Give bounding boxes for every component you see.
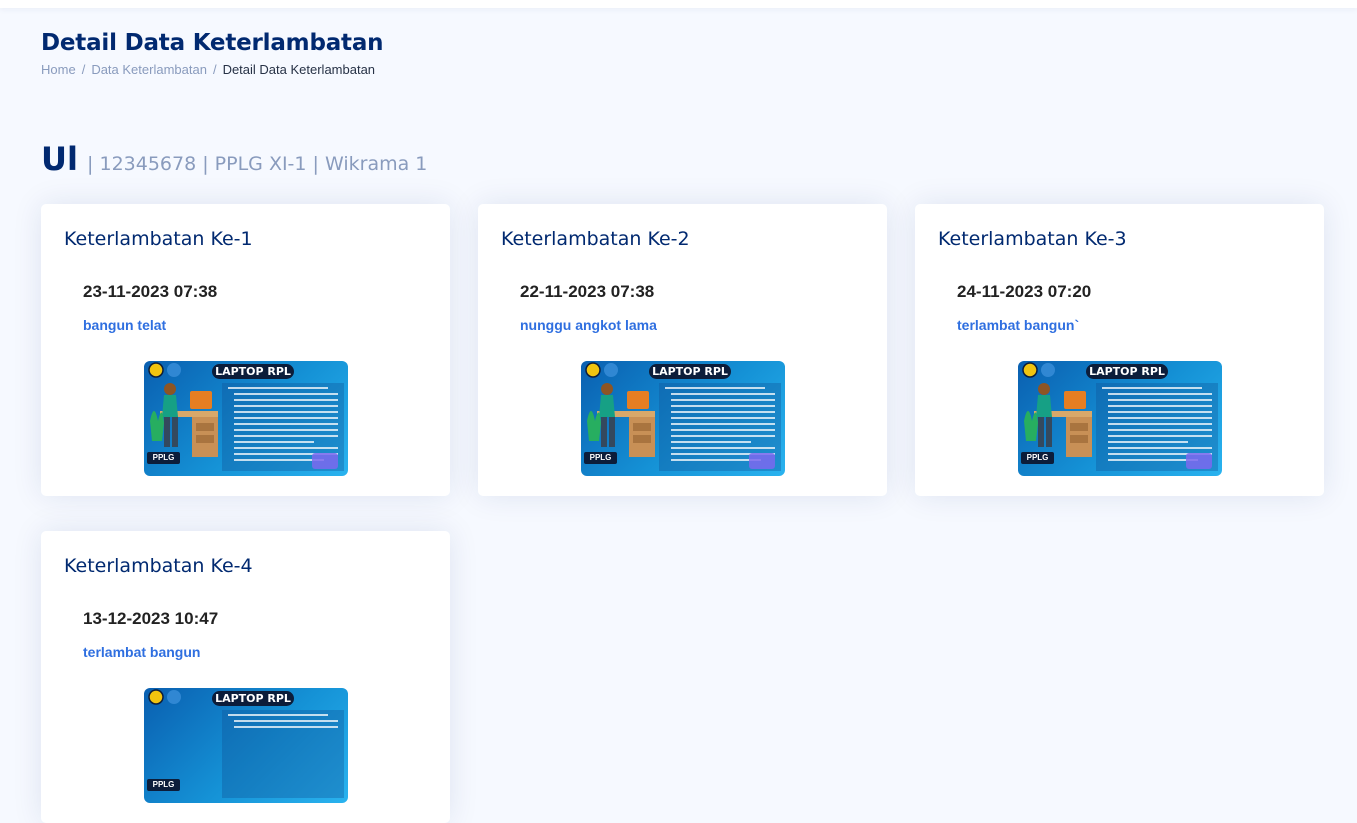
card-datetime: 23-11-2023 07:38 [83, 282, 218, 301]
card-title: Keterlambatan Ke-3 [938, 228, 1127, 250]
card-proof-image: LAPTOP RPL PPLG [581, 361, 785, 476]
breadcrumb-data-keterlambatan-link[interactable]: Data Keterlambatan [91, 62, 207, 77]
top-header-bar [0, 0, 1357, 8]
card-datetime: 24-11-2023 07:20 [957, 282, 1092, 301]
breadcrumb-current: Detail Data Keterlambatan [222, 62, 376, 77]
card-reason: nunggu angkot lama [520, 317, 657, 333]
card-reason: terlambat bangun [83, 644, 201, 660]
breadcrumb-separator: / [81, 62, 86, 77]
breadcrumb-separator: / [212, 62, 217, 77]
breadcrumb: Home / Data Keterlambatan / Detail Data Kete… [41, 62, 383, 77]
late-record-card: Keterlambatan Ke-2 22-11-2023 07:38 nung… [478, 204, 887, 496]
card-title: Keterlambatan Ke-1 [64, 228, 253, 250]
card-title: Keterlambatan Ke-2 [501, 228, 690, 250]
card-proof-image: LAPTOP RPL PPLG [1018, 361, 1222, 476]
image-title: LAPTOP RPL [212, 364, 294, 379]
student-details: | 12345678 | PPLG XI-1 | Wikrama 1 [87, 153, 428, 175]
student-name: Ul [41, 140, 78, 178]
page-title: Detail Data Keterlambatan [41, 30, 384, 56]
image-title: LAPTOP RPL [649, 364, 731, 379]
page-title-section: Detail Data Keterlambatan Home / Data Kete… [41, 30, 384, 77]
image-tag: PPLG [1021, 452, 1054, 464]
card-proof-image: LAPTOP RPL PPLG [144, 361, 348, 476]
card-reason: terlambat bangun` [957, 317, 1080, 333]
card-datetime: 22-11-2023 07:38 [520, 282, 655, 301]
image-title: LAPTOP RPL [1086, 364, 1168, 379]
image-tag: PPLG [147, 779, 180, 791]
late-record-card: Keterlambatan Ke-4 13-12-2023 10:47 terl… [41, 531, 450, 823]
student-heading: Ul | 12345678 | PPLG XI-1 | Wikrama 1 [41, 140, 427, 178]
image-tag: PPLG [584, 452, 617, 464]
late-record-card: Keterlambatan Ke-3 24-11-2023 07:20 terl… [915, 204, 1324, 496]
breadcrumb-home-link[interactable]: Home [41, 62, 76, 77]
image-title: LAPTOP RPL [212, 691, 294, 706]
late-record-card: Keterlambatan Ke-1 23-11-2023 07:38 bang… [41, 204, 450, 496]
card-reason: bangun telat [83, 317, 167, 333]
card-proof-image: LAPTOP RPL PPLG [144, 688, 348, 803]
card-datetime: 13-12-2023 10:47 [83, 609, 219, 628]
card-title: Keterlambatan Ke-4 [64, 555, 253, 577]
image-tag: PPLG [147, 452, 180, 464]
